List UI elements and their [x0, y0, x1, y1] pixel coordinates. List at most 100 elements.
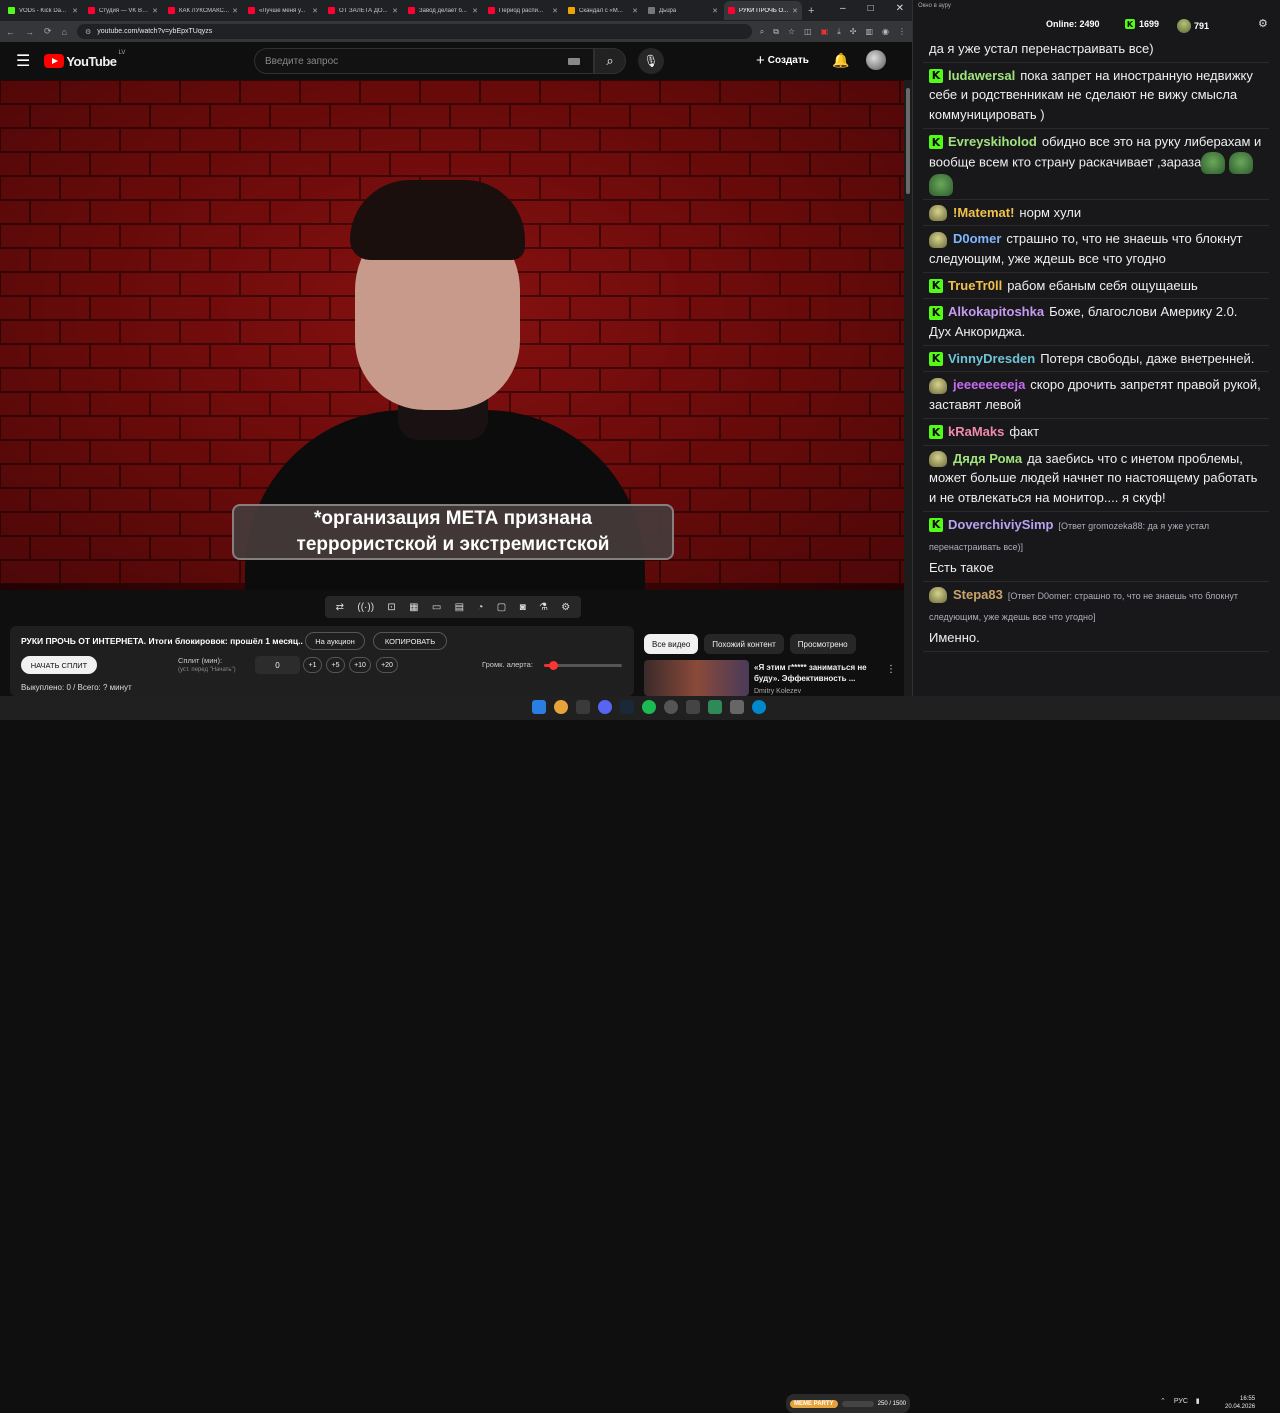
windows-start-icon[interactable] — [532, 700, 546, 714]
tab-close-icon[interactable]: ✕ — [469, 7, 478, 15]
video-thumbnail[interactable] — [644, 660, 749, 696]
tab-close-icon[interactable]: ✕ — [229, 7, 238, 15]
recommended-video[interactable]: «Я этим г***** заниматься не буду». Эффе… — [644, 660, 904, 696]
meme-party-widget[interactable]: MEME PARTY 250 / 1500 — [786, 1394, 910, 1413]
chat-username[interactable]: TrueTr0ll — [948, 278, 1002, 293]
chip-related[interactable]: Похожий контент — [704, 634, 784, 654]
clipboard-icon[interactable]: ▢ — [497, 602, 506, 613]
site-info-icon[interactable]: ⚙ — [85, 28, 91, 36]
browser-tab[interactable]: VODs - Kick Da... ✕ — [4, 1, 82, 20]
chat-username[interactable]: VinnyDresden — [948, 351, 1035, 366]
browser-tab[interactable]: КАК ЛУКСМАКС... ✕ — [164, 1, 242, 20]
voice-search-button[interactable]: 🎙 — [638, 48, 664, 74]
app4-icon[interactable] — [730, 700, 744, 714]
app2-icon[interactable] — [686, 700, 700, 714]
scrollbar-thumb[interactable] — [906, 88, 910, 194]
keyboard-icon[interactable] — [568, 58, 580, 65]
app-icon[interactable] — [664, 700, 678, 714]
record-icon[interactable]: ▣ — [821, 27, 829, 37]
avatar[interactable] — [866, 50, 886, 70]
tab-close-icon[interactable]: ✕ — [629, 7, 638, 15]
menu-dots-icon[interactable]: ⋮ — [898, 27, 906, 37]
sidebar-icon[interactable]: ▥ — [865, 27, 873, 37]
auction-button[interactable]: На аукцион — [305, 632, 365, 650]
loop-icon[interactable]: ⇄ — [336, 602, 344, 613]
film-icon[interactable]: ▦ — [409, 602, 418, 613]
browser-tab[interactable]: «Лучше меня у... ✕ — [244, 1, 322, 20]
search-button[interactable]: ⌕ — [594, 48, 626, 74]
bookmark-star-icon[interactable]: ☆ — [788, 27, 795, 37]
tab-close-icon[interactable]: ✕ — [389, 7, 398, 15]
chat-username[interactable]: Stepa83 — [953, 587, 1003, 602]
youtube-logo[interactable]: YouTube LV — [44, 50, 125, 69]
tray-chevron-icon[interactable]: ⌃ — [1160, 1397, 1166, 1405]
browser-tab[interactable]: Период распи... ✕ — [484, 1, 562, 20]
zoom-icon[interactable]: ⌕ — [760, 27, 764, 37]
more-options-icon[interactable]: ⋮ — [886, 664, 896, 675]
chat-username[interactable]: kRaMaks — [948, 424, 1004, 439]
chat-username[interactable]: Evreyskiholod — [948, 134, 1037, 149]
chip-watched[interactable]: Просмотрено — [789, 634, 856, 654]
browser-tab[interactable]: Скандал с «М... ✕ — [564, 1, 642, 20]
create-button[interactable]: + Создать — [756, 52, 809, 69]
discord-icon[interactable] — [598, 700, 612, 714]
chat-username[interactable]: Дядя Рома — [953, 451, 1022, 466]
screenshot-icon[interactable]: ◙ — [520, 602, 526, 613]
speed-icon[interactable]: ◔ — [477, 602, 483, 613]
alert-volume-slider[interactable] — [544, 661, 622, 670]
chat-settings-gear-icon[interactable]: ⚙ — [1258, 17, 1268, 30]
notifications-bell-icon[interactable]: 🔔 — [832, 52, 849, 69]
step-plus-5-button[interactable]: +5 — [326, 657, 345, 673]
step-plus-10-button[interactable]: +10 — [349, 657, 371, 673]
chat-username[interactable]: !Matemat! — [953, 205, 1014, 220]
minimize-icon[interactable]: – — [840, 3, 846, 14]
new-tab-button[interactable]: + — [808, 5, 814, 17]
browser-tab[interactable]: РУКИ ПРОЧЬ О... ✕ — [724, 1, 802, 20]
download-icon[interactable]: ⤓ — [837, 27, 841, 37]
back-icon[interactable]: ← — [6, 27, 15, 37]
chat-username[interactable]: D0omer — [953, 231, 1001, 246]
home-icon[interactable]: ⌂ — [62, 27, 67, 37]
start-split-button[interactable]: НАЧАТЬ СПЛИТ — [21, 656, 97, 674]
install-icon[interactable]: ⧉ — [773, 27, 779, 37]
telegram-icon[interactable] — [752, 700, 766, 714]
browser-tab[interactable]: Студия — VK Ви... ✕ — [84, 1, 162, 20]
browser-tab[interactable]: Дьüра ✕ — [644, 1, 722, 20]
pip-icon[interactable]: ▭ — [432, 602, 441, 613]
search-input[interactable]: Введите запрос — [254, 48, 594, 74]
tab-close-icon[interactable]: ✕ — [709, 7, 718, 15]
explorer-icon[interactable] — [576, 700, 590, 714]
rec-title[interactable]: «Я этим г***** заниматься не буду». Эффе… — [754, 662, 879, 684]
profile-icon[interactable]: ◉ — [882, 27, 889, 37]
chip-all-videos[interactable]: Все видео — [644, 634, 699, 654]
extension-icon[interactable]: ◫ — [804, 27, 812, 37]
steam-icon[interactable] — [620, 700, 634, 714]
rec-channel[interactable]: Dmitry Kolezev — [754, 688, 801, 695]
language-indicator[interactable]: РУС — [1174, 1398, 1188, 1405]
tab-close-icon[interactable]: ✕ — [309, 7, 318, 15]
browser-tab[interactable]: Завод делает б... ✕ — [404, 1, 482, 20]
tab-close-icon[interactable]: ✕ — [549, 7, 558, 15]
url-field[interactable]: ⚙ youtube.com/watch?v=ybEpxTUqyzs — [76, 24, 752, 39]
reload-icon[interactable]: ⟳ — [44, 26, 52, 37]
browser-tab[interactable]: ОТ ЗАЛЕТА ДО... ✕ — [324, 1, 402, 20]
step-plus-20-button[interactable]: +20 — [376, 657, 398, 673]
tab-close-icon[interactable]: ✕ — [149, 7, 158, 15]
settings-gear-icon[interactable]: ⚙ — [561, 602, 570, 613]
network-icon[interactable]: ▮ — [1196, 1397, 1200, 1405]
app3-icon[interactable] — [708, 700, 722, 714]
audio-icon[interactable]: ((·)) — [357, 602, 374, 613]
video-player[interactable]: *организация МЕТА признана террористской… — [0, 80, 904, 590]
close-icon[interactable]: ✕ — [896, 3, 904, 14]
chat-username[interactable]: DoverchiviySimp — [948, 517, 1054, 532]
tab-close-icon[interactable]: ✕ — [69, 7, 78, 15]
chat-username[interactable]: jeeeeeeeeja — [953, 377, 1025, 392]
maximize-icon[interactable]: □ — [868, 3, 874, 14]
tab-close-icon[interactable]: ✕ — [789, 7, 798, 15]
spotify-icon[interactable] — [642, 700, 656, 714]
hamburger-menu-icon[interactable]: ☰ — [16, 51, 30, 71]
system-clock[interactable]: 16:55 20.04.2026 — [1225, 1395, 1255, 1411]
screen-icon[interactable]: ▤ — [455, 602, 464, 613]
step-plus-1-button[interactable]: +1 — [303, 657, 322, 673]
chat-username[interactable]: Alkokapitoshka — [948, 304, 1044, 319]
